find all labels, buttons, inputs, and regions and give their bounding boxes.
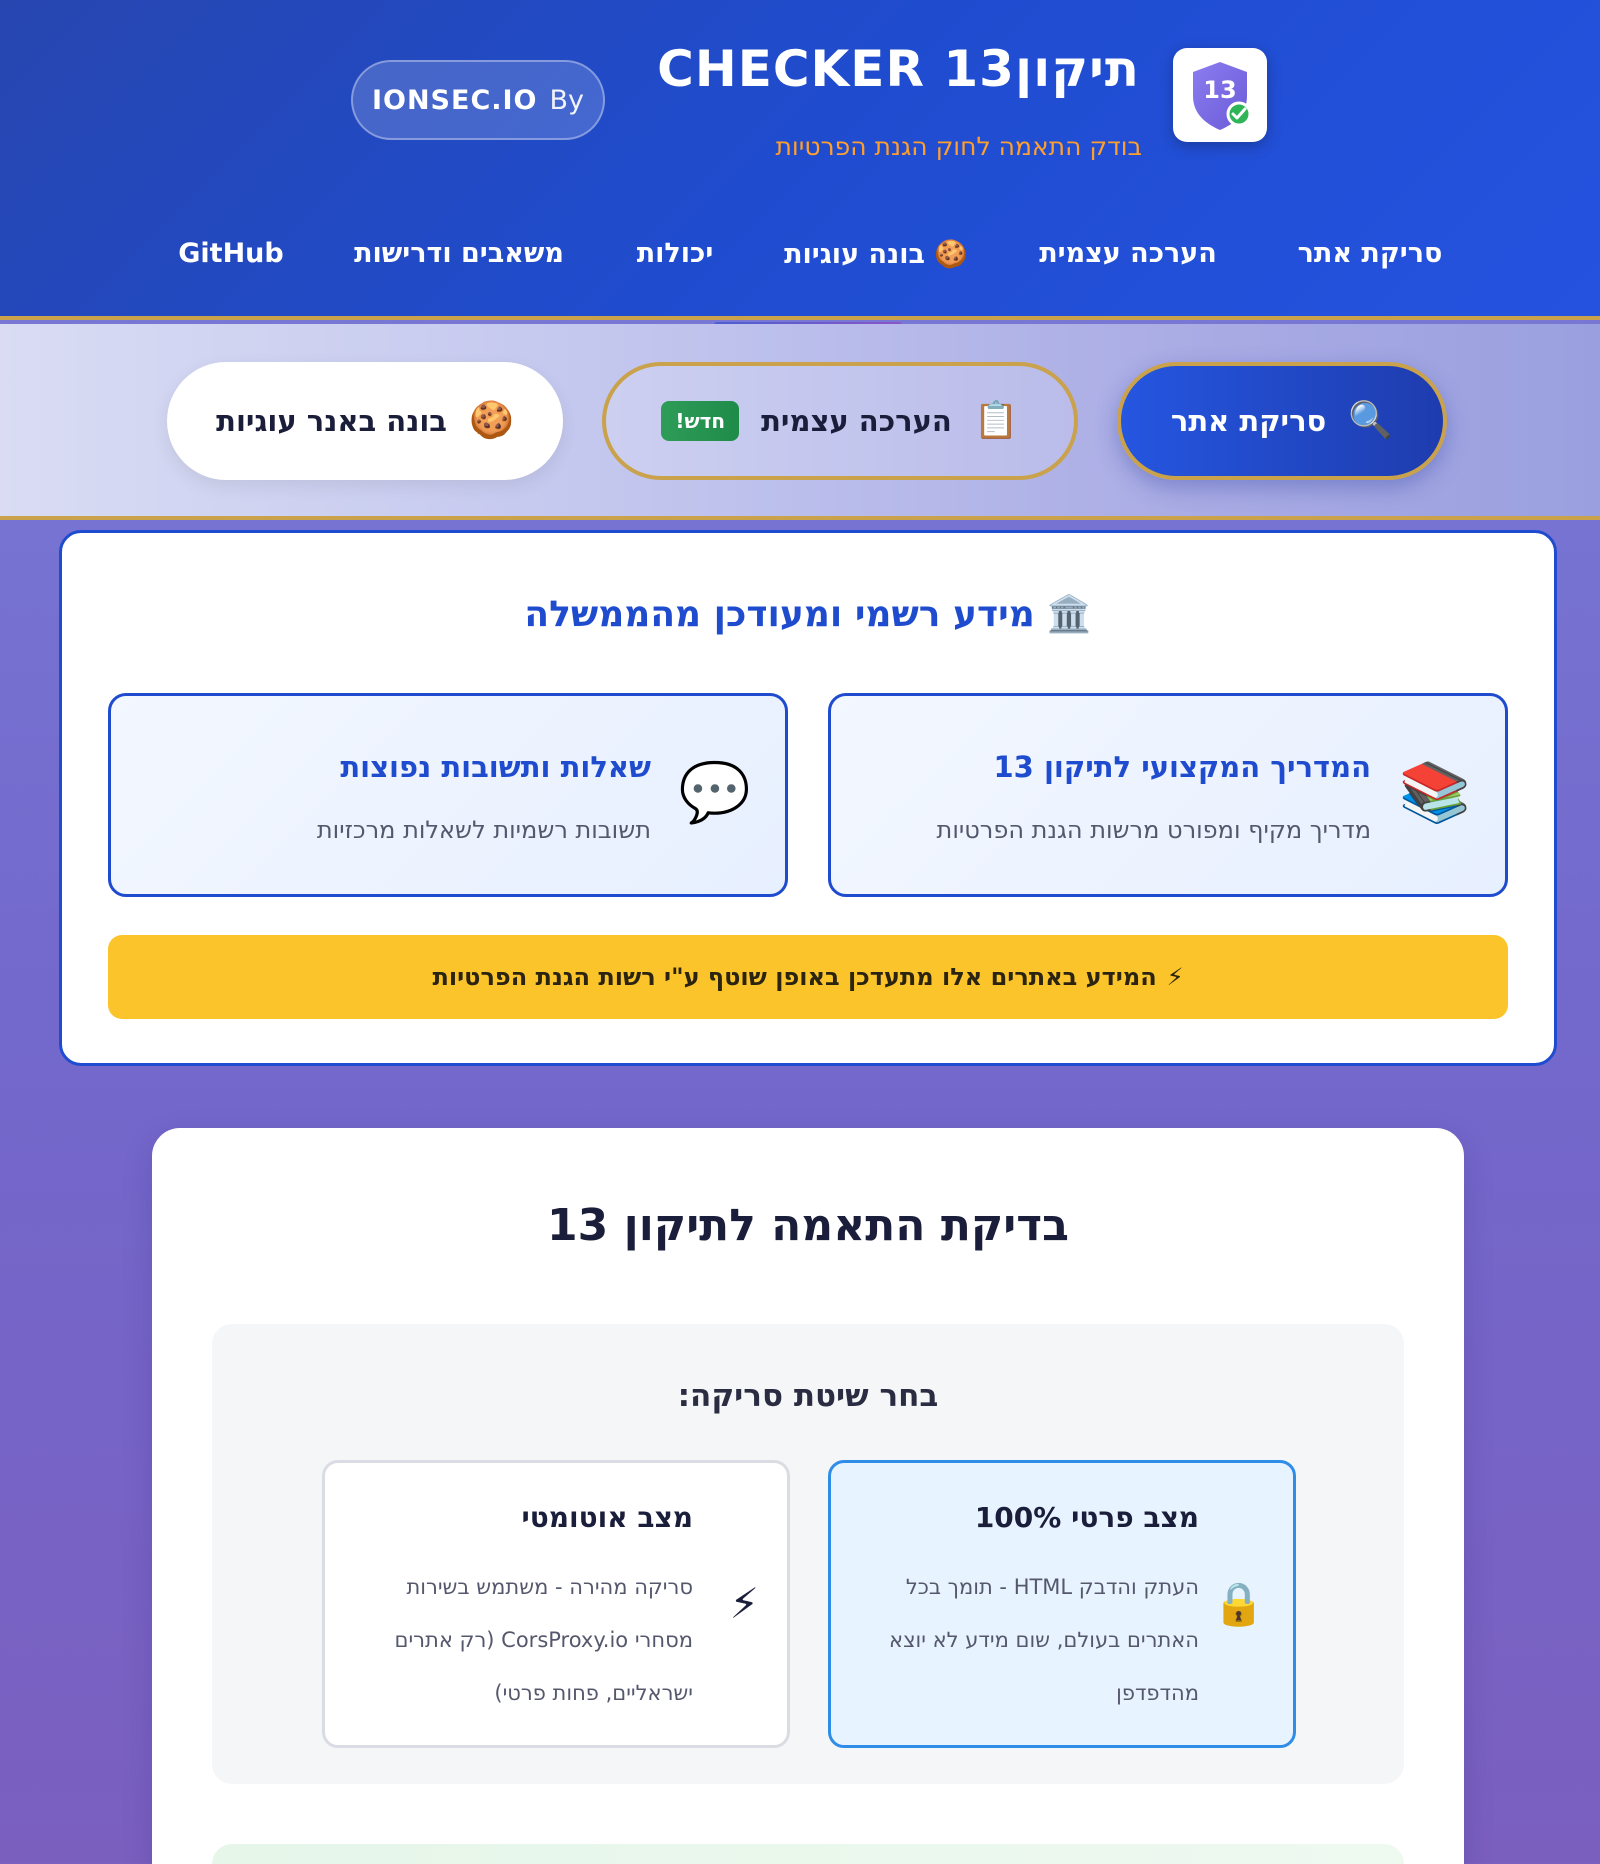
- tool-scan-label: סריקת אתר: [1170, 404, 1327, 438]
- classical-building-icon: 🏛️: [1046, 594, 1092, 635]
- tool-cookie-label: בונה באנר עוגיות: [216, 404, 447, 438]
- nav-cookie-builder[interactable]: 🍪 בונה עוגיות: [784, 238, 968, 270]
- books-icon: 📚: [1398, 758, 1471, 826]
- svg-text:13: 13: [1203, 76, 1236, 104]
- nav-github[interactable]: GitHub: [178, 238, 284, 269]
- guide-link-card[interactable]: 📚 המדריך המקצועי לתיקון 13 מדריך מקיף ומ…: [828, 693, 1508, 897]
- tool-self-label: הערכה עצמית: [761, 404, 952, 438]
- brand-subtitle: בודק התאמה לחוק הגנת הפרטיות: [775, 132, 1143, 161]
- update-notice-text: המידע באתרים אלו מתעדכן באופן שוטף ע"י ר…: [432, 963, 1157, 991]
- new-badge: חדש!: [661, 401, 740, 441]
- nav-site-scan[interactable]: סריקת אתר: [1290, 238, 1450, 269]
- by-brand-text: IONSEC.IO: [371, 84, 538, 116]
- cookie-icon: 🍪: [469, 400, 514, 441]
- guide-desc: מדריך מקיף ומפורט מרשות הגנת הפרטיות: [936, 816, 1371, 844]
- tool-switcher: 🔍 סריקת אתר 📋 הערכה עצמית חדש! 🍪 בונה בא…: [0, 324, 1600, 520]
- main-nav: סריקת אתר הערכה עצמית 🍪 בונה עוגיות יכול…: [0, 238, 1600, 288]
- faq-link-card[interactable]: 💬 שאלות ותשובות נפוצות תשובות רשמיות לשא…: [108, 693, 788, 897]
- private-mode-option[interactable]: 🔒 מצב פרטי 100% העתק והדבק HTML - תומך ב…: [828, 1460, 1296, 1748]
- auto-mode-title: מצב אוטומטי: [521, 1501, 693, 1534]
- compliance-check-card: בדיקת התאמה לתיקון 13 בחר שיטת סריקה: 🔒 …: [152, 1128, 1464, 1864]
- gov-info-card: 🏛️ מידע רשמי ומעודכן מהממשלה 📚 המדריך המ…: [59, 530, 1557, 1066]
- clipboard-icon: 📋: [973, 400, 1019, 441]
- tool-self-assessment-button[interactable]: 📋 הערכה עצמית חדש!: [602, 362, 1078, 480]
- lock-icon: 🔒: [1212, 1579, 1265, 1628]
- site-header: 13 תיקון13 CHECKER בודק התאמה לחוק הגנת …: [0, 0, 1600, 320]
- nav-resources[interactable]: משאבים ודרישות: [354, 238, 564, 269]
- nav-self-assessment[interactable]: הערכה עצמית: [1038, 238, 1218, 269]
- gov-title: 🏛️ מידע רשמי ומעודכן מהממשלה: [62, 593, 1554, 636]
- faq-desc: תשובות רשמיות לשאלות מרכזיות: [316, 816, 651, 844]
- tool-site-scan-button[interactable]: 🔍 סריקת אתר: [1117, 362, 1447, 480]
- shield-13-icon: 13: [1193, 62, 1252, 130]
- next-section-strip: [212, 1844, 1404, 1864]
- check-title: בדיקת התאמה לתיקון 13: [547, 1200, 1069, 1251]
- brand-title: תיקון13 CHECKER: [657, 40, 1140, 98]
- guide-title: המדריך המקצועי לתיקון 13: [993, 750, 1371, 784]
- private-mode-desc: העתק והדבק HTML - תומך בכל האתרים בעולם,…: [889, 1575, 1199, 1705]
- shield-logo-icon[interactable]: 13: [1173, 48, 1267, 142]
- scan-method-label: בחר שיטת סריקה:: [677, 1378, 939, 1414]
- scan-method-panel: בחר שיטת סריקה: 🔒 מצב פרטי 100% העתק והד…: [212, 1324, 1404, 1784]
- auto-mode-option[interactable]: ⚡ מצב אוטומטי סריקה מהירה - משתמש בשירות…: [322, 1460, 790, 1748]
- faq-title: שאלות ותשובות נפוצות: [340, 750, 651, 784]
- private-mode-title: מצב פרטי 100%: [974, 1501, 1199, 1534]
- gov-title-text: מידע רשמי ומעודכן מהממשלה: [524, 593, 1035, 635]
- update-notice: ⚡ המידע באתרים אלו מתעדכן באופן שוטף ע"י…: [108, 935, 1508, 1019]
- by-ionsec-badge[interactable]: IONSEC.IO By: [351, 60, 605, 140]
- lightning-icon: ⚡: [729, 1579, 760, 1628]
- by-word: By: [549, 84, 585, 116]
- nav-capabilities[interactable]: יכולות: [630, 238, 720, 269]
- auto-mode-desc: סריקה מהירה - משתמש בשירות מסחרי CorsPro…: [394, 1575, 693, 1705]
- lightning-icon: ⚡: [1166, 963, 1184, 991]
- tool-cookie-banner-button[interactable]: 🍪 בונה באנר עוגיות: [167, 362, 563, 480]
- magnifier-icon: 🔍: [1348, 400, 1394, 441]
- speech-bubble-icon: 💬: [678, 758, 751, 826]
